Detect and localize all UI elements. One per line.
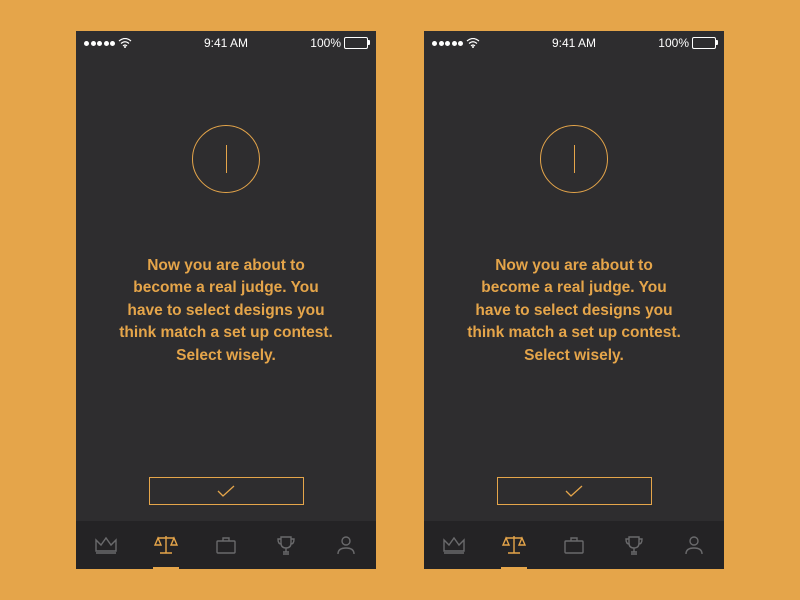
status-left — [432, 38, 480, 48]
tab-bar — [424, 521, 724, 569]
signal-dots-icon — [84, 41, 115, 46]
check-icon — [563, 484, 585, 498]
content-area: Now you are about to become a real judge… — [424, 55, 724, 521]
content-area: Now you are about to become a real judge… — [76, 55, 376, 521]
wifi-icon — [466, 38, 480, 48]
tab-crown[interactable] — [86, 525, 126, 565]
confirm-button[interactable] — [497, 477, 652, 505]
tab-profile[interactable] — [674, 525, 714, 565]
tab-crown[interactable] — [434, 525, 474, 565]
tab-scales[interactable] — [494, 525, 534, 565]
tab-briefcase[interactable] — [206, 525, 246, 565]
tab-trophy[interactable] — [266, 525, 306, 565]
info-icon — [192, 125, 260, 193]
battery-icon — [344, 37, 368, 49]
tab-trophy[interactable] — [614, 525, 654, 565]
battery-icon — [692, 37, 716, 49]
battery-percent: 100% — [658, 36, 689, 50]
status-bar: 9:41 AM 100% — [76, 31, 376, 55]
check-icon — [215, 484, 237, 498]
tab-profile[interactable] — [326, 525, 366, 565]
tab-bar — [76, 521, 376, 569]
onboarding-message: Now you are about to become a real judge… — [424, 255, 724, 367]
tab-scales[interactable] — [146, 525, 186, 565]
status-right: 100% — [310, 36, 368, 50]
status-left — [84, 38, 132, 48]
status-time: 9:41 AM — [552, 36, 596, 50]
wifi-icon — [118, 38, 132, 48]
status-right: 100% — [658, 36, 716, 50]
status-bar: 9:41 AM 100% — [424, 31, 724, 55]
tab-briefcase[interactable] — [554, 525, 594, 565]
battery-percent: 100% — [310, 36, 341, 50]
onboarding-message: Now you are about to become a real judge… — [76, 255, 376, 367]
status-time: 9:41 AM — [204, 36, 248, 50]
phone-screen-right: 9:41 AM 100% Now you are about to become… — [424, 31, 724, 569]
phone-screen-left: 9:41 AM 100% Now you are about to become… — [76, 31, 376, 569]
confirm-button[interactable] — [149, 477, 304, 505]
info-icon — [540, 125, 608, 193]
signal-dots-icon — [432, 41, 463, 46]
